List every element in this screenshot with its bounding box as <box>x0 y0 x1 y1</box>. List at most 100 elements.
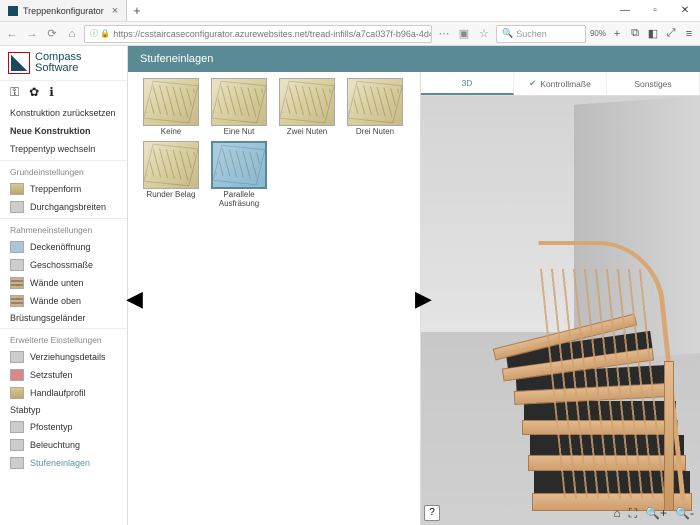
lock-icon: ⓘ 🔒 <box>90 28 110 39</box>
sidebar-item[interactable]: Wände unten <box>0 274 127 292</box>
viewer-panel: 3D✔Kontrollmaße Sonstiges <box>421 72 700 525</box>
sidebar-link[interactable]: Treppentyp wechseln <box>0 140 127 158</box>
sidebar: Compass Software ⚿ ✿ ℹ Konstruktion zurü… <box>0 46 128 525</box>
sidebar-item[interactable]: Stabtyp <box>0 402 127 418</box>
prev-option-arrow-icon[interactable]: ◀ <box>126 286 143 312</box>
window-minimize-icon[interactable]: — <box>610 5 640 16</box>
sidebar-item[interactable]: Beleuchtung <box>0 436 127 454</box>
nav-reload-icon[interactable]: ⟳ <box>44 27 60 40</box>
option-grid: KeineEine NutZwei NutenDrei Nuten Runder … <box>128 72 421 525</box>
sidebar-item-label: Wände unten <box>30 278 84 288</box>
star-icon[interactable]: ☆ <box>476 27 492 40</box>
view-zoom-out-icon[interactable]: 🔍- <box>675 506 694 521</box>
sidebar-item-label: Beleuchtung <box>30 440 80 450</box>
sidebar-item-label: Brüstungsgeländer <box>10 313 86 323</box>
reader-icon[interactable]: ⋯ <box>436 27 452 40</box>
viewer-tab-label: Sonstiges <box>634 79 671 89</box>
sidebar-item-icon <box>10 369 24 381</box>
window-close-icon[interactable]: ✕ <box>670 5 700 16</box>
sidebar-item-icon <box>10 295 24 307</box>
sidebar-item[interactable]: Verziehungsdetails <box>0 348 127 366</box>
window-titlebar: Treppenkonfigurator × + — ▫ ✕ <box>0 0 700 22</box>
nav-forward-icon[interactable]: → <box>24 28 40 40</box>
option-thumb-icon <box>143 141 199 189</box>
sidebar-item[interactable]: Treppenform <box>0 180 127 198</box>
sidebar-item-label: Handlaufprofil <box>30 388 86 398</box>
sidebar-item[interactable]: Handlaufprofil <box>0 384 127 402</box>
address-bar[interactable]: ⓘ 🔒 https://csstaircaseconfigurator.azur… <box>84 25 432 43</box>
view-home-icon[interactable]: ⌂ <box>613 506 620 521</box>
search-box[interactable]: 🔍 Suchen <box>496 25 586 43</box>
sidebar-item-icon <box>10 241 24 253</box>
option-label: Zwei Nuten <box>274 128 340 137</box>
library-icon[interactable]: ⧉ <box>628 27 642 40</box>
url-text: https://csstaircaseconfigurator.azureweb… <box>113 29 432 39</box>
search-placeholder: Suchen <box>516 29 547 39</box>
browser-toolbar: ← → ⟳ ⌂ ⓘ 🔒 https://csstaircaseconfigura… <box>0 22 700 46</box>
viewer-tab[interactable]: 3D <box>421 72 514 95</box>
sidebar-item-label: Setzstufen <box>30 370 73 380</box>
gear-icon[interactable]: ✿ <box>29 85 39 100</box>
nav-back-icon[interactable]: ← <box>4 28 20 40</box>
viewer-tabs: 3D✔Kontrollmaße Sonstiges <box>421 72 700 96</box>
tread-option[interactable]: Zwei Nuten <box>274 78 340 137</box>
sidebar-item[interactable]: Setzstufen <box>0 366 127 384</box>
staircase-model <box>492 211 692 511</box>
sidebar-item-label: Deckenöffnung <box>30 242 90 252</box>
tab-favicon <box>8 6 18 16</box>
fullscreen-icon[interactable]: ⤢ <box>664 27 678 40</box>
tread-option[interactable]: Parallele Ausfräsung <box>206 141 272 209</box>
help-button[interactable]: ? <box>424 505 440 521</box>
window-maximize-icon[interactable]: ▫ <box>640 5 670 16</box>
sidebar-item[interactable]: Brüstungsgeländer <box>0 310 127 326</box>
logo-mark-icon <box>8 52 30 74</box>
sidebar-section-title: Grundeinstellungen <box>0 160 127 180</box>
addons-icon[interactable]: + <box>610 28 624 40</box>
viewer-toolbar: ⌂ ⛶ 🔍+ 🔍- <box>613 506 694 521</box>
new-tab-button[interactable]: + <box>127 3 147 18</box>
sidebar-item-label: Durchgangsbreiten <box>30 202 106 212</box>
sidebar-item[interactable]: Deckenöffnung <box>0 238 127 256</box>
container-icon[interactable]: ▣ <box>456 27 472 40</box>
check-icon: ✔ <box>529 78 536 89</box>
zoom-level[interactable]: 90% <box>590 29 606 38</box>
sidebar-link[interactable]: Neue Konstruktion <box>0 122 127 140</box>
sidebar-item-icon <box>10 183 24 195</box>
sidebar-item-label: Treppenform <box>30 184 81 194</box>
sidebar-icon[interactable]: ◧ <box>646 27 660 40</box>
tread-option[interactable]: Keine <box>138 78 204 137</box>
view-fit-icon[interactable]: ⛶ <box>629 506 637 521</box>
sidebar-item[interactable]: Wände oben <box>0 292 127 310</box>
menu-icon[interactable]: ≡ <box>682 28 696 40</box>
viewer-tab[interactable]: Sonstiges <box>607 72 700 95</box>
sidebar-item-label: Stufeneinlagen <box>30 458 90 468</box>
next-option-arrow-icon[interactable]: ▶ <box>415 286 432 312</box>
search-icon: 🔍 <box>502 28 513 39</box>
info-icon[interactable]: ℹ <box>49 85 54 100</box>
option-thumb-icon <box>211 78 267 126</box>
viewer-tab[interactable]: ✔Kontrollmaße <box>514 72 607 95</box>
tread-option[interactable]: Drei Nuten <box>342 78 408 137</box>
nav-home-icon[interactable]: ⌂ <box>64 28 80 40</box>
sidebar-item[interactable]: Durchgangsbreiten <box>0 198 127 216</box>
option-thumb-icon <box>143 78 199 126</box>
sidebar-item-icon <box>10 201 24 213</box>
brand-logo: Compass Software <box>0 46 127 81</box>
option-label: Eine Nut <box>206 128 272 137</box>
sidebar-section-title: Erweiterte Einstellungen <box>0 328 127 348</box>
sidebar-item-icon <box>10 387 24 399</box>
tread-option[interactable]: Eine Nut <box>206 78 272 137</box>
sidebar-item[interactable]: Pfostentyp <box>0 418 127 436</box>
sidebar-item[interactable]: Stufeneinlagen <box>0 454 127 472</box>
sidebar-link[interactable]: Konstruktion zurücksetzen <box>0 104 127 122</box>
tab-close-icon[interactable]: × <box>112 5 118 17</box>
sidebar-item[interactable]: Geschossmaße <box>0 256 127 274</box>
key-icon[interactable]: ⚿ <box>10 85 19 100</box>
browser-tab[interactable]: Treppenkonfigurator × <box>0 0 127 21</box>
sidebar-item-label: Wände oben <box>30 296 81 306</box>
tread-option[interactable]: Runder Belag <box>138 141 204 209</box>
option-thumb-icon <box>211 141 267 189</box>
view-zoom-in-icon[interactable]: 🔍+ <box>645 506 667 521</box>
viewer-3d-scene[interactable]: ⌂ ⛶ 🔍+ 🔍- <box>421 96 700 525</box>
sidebar-item-icon <box>10 439 24 451</box>
